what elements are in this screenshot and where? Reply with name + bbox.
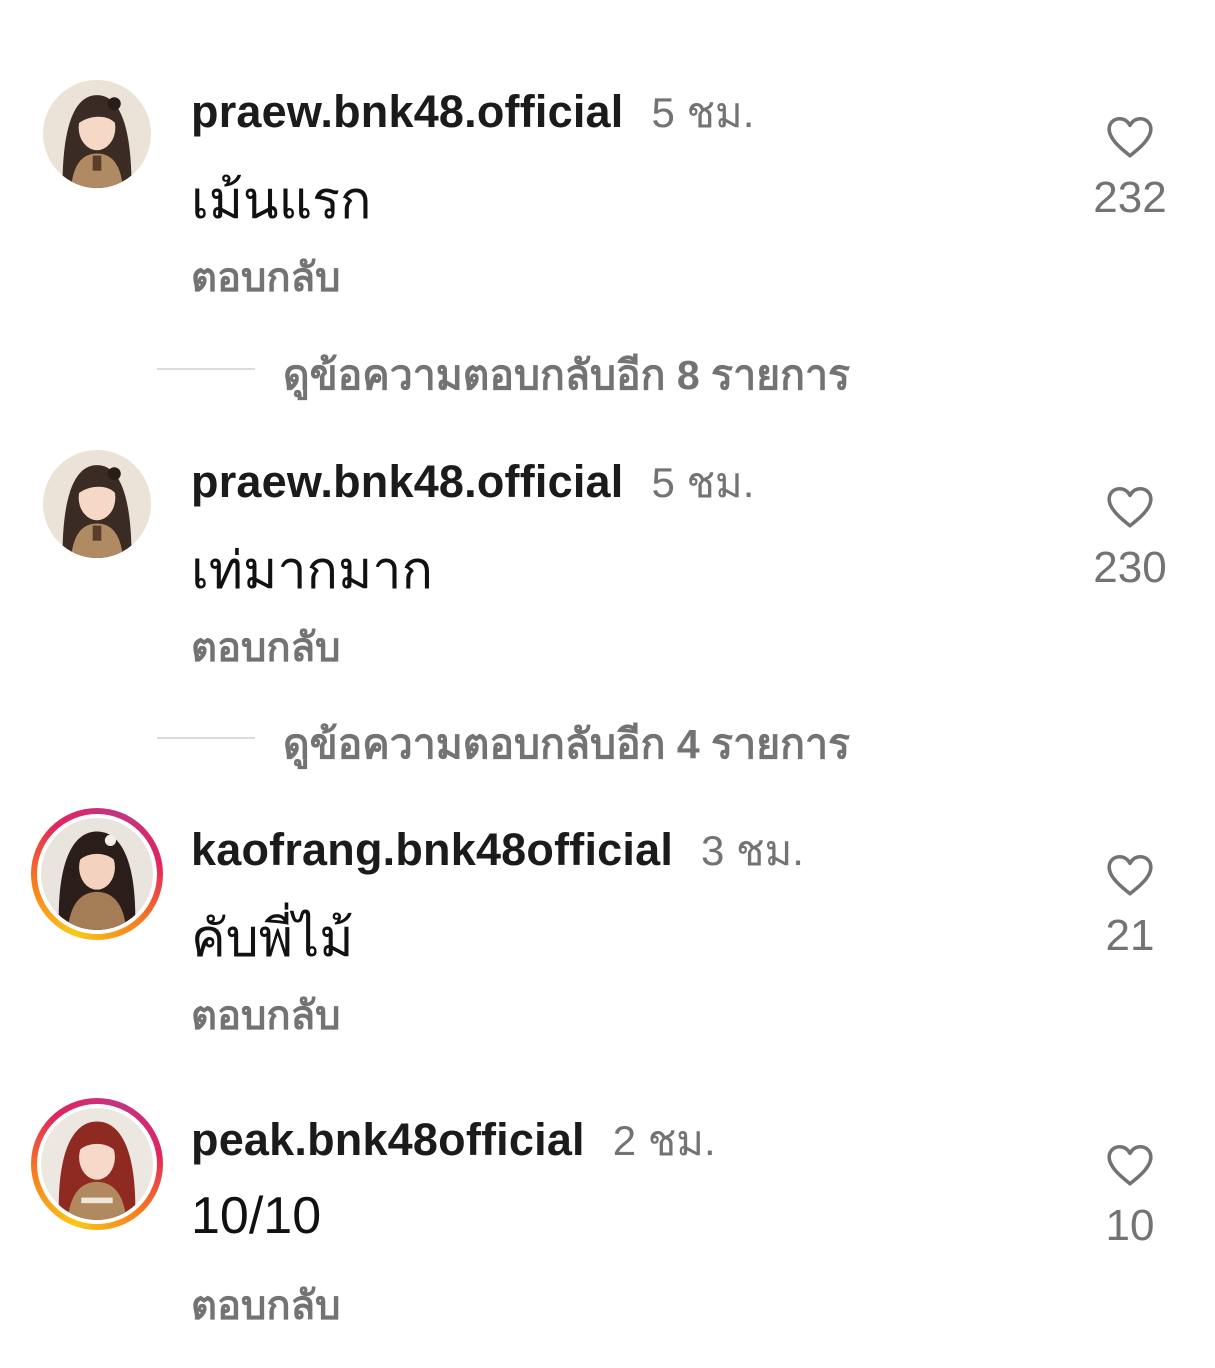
like-count: 230 bbox=[1093, 543, 1167, 592]
like-count: 10 bbox=[1105, 1201, 1155, 1250]
view-replies-button[interactable]: ดูข้อความตอบกลับอีก 4 รายการ bbox=[0, 712, 1215, 767]
comment-time: 5 ชม. bbox=[651, 89, 755, 136]
heart-icon[interactable] bbox=[1105, 115, 1155, 159]
avatar-image bbox=[41, 818, 153, 930]
avatar-story-ring[interactable] bbox=[31, 808, 163, 940]
username-link[interactable]: praew.bnk48.official bbox=[191, 86, 623, 138]
reply-button[interactable]: ตอบกลับ bbox=[191, 1273, 341, 1337]
avatar-story-ring[interactable] bbox=[31, 1098, 163, 1230]
like-control: 10 bbox=[1070, 1143, 1190, 1251]
comment-header: praew.bnk48.official 5 ชม. bbox=[191, 450, 754, 507]
like-control: 232 bbox=[1070, 115, 1190, 223]
comment-header: kaofrang.bnk48official 3 ชม. bbox=[191, 818, 804, 875]
comment-text: เท่มากมาก bbox=[191, 542, 433, 600]
like-count: 232 bbox=[1093, 173, 1167, 222]
username-link[interactable]: kaofrang.bnk48official bbox=[191, 824, 673, 876]
username-link[interactable]: praew.bnk48.official bbox=[191, 456, 623, 508]
comment-text: คับพี่ไม้ bbox=[191, 910, 354, 968]
avatar-image bbox=[43, 80, 151, 188]
reply-button[interactable]: ตอบกลับ bbox=[191, 983, 341, 1047]
like-control: 230 bbox=[1070, 485, 1190, 593]
comment-time: 3 ชม. bbox=[701, 827, 804, 874]
comment-time: 5 ชม. bbox=[651, 459, 755, 506]
comment-item: praew.bnk48.official 5 ชม. เม้นแรก ตอบกล… bbox=[0, 80, 1215, 340]
comment-header: peak.bnk48official 2 ชม. bbox=[191, 1108, 716, 1165]
heart-icon[interactable] bbox=[1105, 485, 1155, 529]
avatar-photo bbox=[41, 1108, 153, 1220]
avatar-image bbox=[41, 1108, 153, 1220]
view-replies-label[interactable]: ดูข้อความตอบกลับอีก 8 รายการ bbox=[283, 343, 850, 408]
comment-time: 2 ชม. bbox=[612, 1117, 716, 1164]
avatar[interactable] bbox=[43, 450, 151, 558]
comment-text: 10/10 bbox=[191, 1187, 322, 1245]
comment-item: kaofrang.bnk48official 3 ชม. คับพี่ไม้ ต… bbox=[0, 808, 1215, 1078]
comment-item: peak.bnk48official 2 ชม. 10/10 ตอบกลับ 1… bbox=[0, 1098, 1215, 1368]
avatar-photo bbox=[43, 450, 151, 558]
view-replies-button[interactable]: ดูข้อความตอบกลับอีก 8 รายการ bbox=[0, 343, 1215, 398]
heart-icon[interactable] bbox=[1105, 1143, 1155, 1187]
avatar-photo bbox=[43, 80, 151, 188]
avatar-image bbox=[43, 450, 151, 558]
view-replies-label[interactable]: ดูข้อความตอบกลับอีก 4 รายการ bbox=[283, 712, 850, 777]
username-link[interactable]: peak.bnk48official bbox=[191, 1114, 585, 1166]
comment-item: praew.bnk48.official 5 ชม. เท่มากมาก ตอบ… bbox=[0, 450, 1215, 710]
reply-button[interactable]: ตอบกลับ bbox=[191, 615, 341, 679]
comment-header: praew.bnk48.official 5 ชม. bbox=[191, 80, 754, 137]
divider-line bbox=[157, 368, 255, 370]
heart-icon[interactable] bbox=[1105, 853, 1155, 897]
like-control: 21 bbox=[1070, 853, 1190, 961]
divider-line bbox=[157, 737, 255, 739]
reply-button[interactable]: ตอบกลับ bbox=[191, 245, 341, 309]
like-count: 21 bbox=[1105, 911, 1155, 960]
comment-text: เม้นแรก bbox=[191, 172, 372, 230]
avatar-photo bbox=[41, 818, 153, 930]
avatar[interactable] bbox=[43, 80, 151, 188]
